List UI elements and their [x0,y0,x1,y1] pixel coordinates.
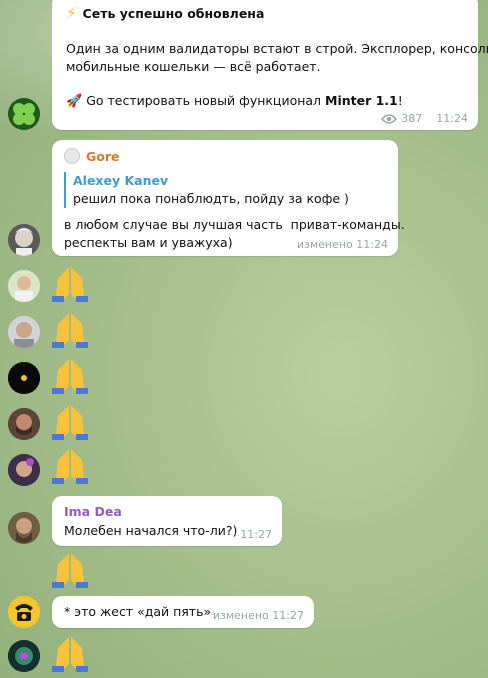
folded-hands-emoji-icon[interactable] [50,402,90,442]
eye-icon [381,113,398,124]
message-high-five-note[interactable]: * это жест «дай пять» изменено 11:27 [52,596,314,628]
message-text: Молебен начался что-ли?) [64,523,238,538]
post-title: Сеть успешно обновлена [82,5,265,21]
reply-author: Alexey Kanev [73,173,169,188]
avatar-user-6[interactable] [8,454,40,486]
lightning-emoji-icon: ⚡ [66,4,77,22]
author-name[interactable]: Ima Dea [64,504,122,519]
post-body-line-1: Один за одним валидаторы встают в строй.… [66,41,488,56]
folded-hands-emoji-icon[interactable] [50,634,90,674]
author-name[interactable]: Gore [86,149,120,164]
reply-quote[interactable]: Alexey Kanev решил пока понаблюдть, пойд… [64,172,373,208]
folded-hands-emoji-icon[interactable] [50,550,90,590]
message-gore[interactable]: Gore Alexey Kanev решил пока понаблюдть,… [52,140,405,256]
edited-time: изменено 11:24 [296,238,388,251]
avatar-telephone-icon[interactable] [8,596,40,628]
author-row: Gore [64,148,120,164]
message-text: * это жест «дай пять» [64,604,212,619]
edited-time: изменено 11:27 [212,609,304,622]
avatar-gore[interactable] [8,224,40,256]
folded-hands-emoji-icon[interactable] [50,310,90,350]
post-time: 11:24 [436,112,468,125]
channel-post-bubble[interactable]: ⚡ Сеть успешно обновлена Один за одним в… [52,0,488,130]
cta-bold-link[interactable]: Minter 1.1 [325,93,398,108]
post-body-line-2: мобильные кошельки — всё работает. [66,59,321,74]
message-text-line-1: в любом случае вы лучшая часть приват-ко… [64,217,405,232]
white-circle-emoji-icon [64,148,80,164]
rocket-emoji-icon: 🚀 [66,94,83,109]
view-count: 387 [401,112,423,125]
message-text-line-2: респекты вам и уважуха) [64,235,233,250]
avatar-user-last[interactable] [8,640,40,672]
message-time: 11:27 [240,528,272,541]
message-ima-dea[interactable]: Ima Dea Молебен начался что-ли?) 11:27 [52,496,282,546]
avatar-user-5[interactable] [8,408,40,440]
avatar-user-3[interactable] [8,316,40,348]
post-title-row: ⚡ Сеть успешно обновлена [66,4,264,22]
clover-avatar-icon[interactable] [8,98,40,130]
avatar-user-2[interactable] [8,270,40,302]
reply-text: решил пока понаблюдть, пойду за кофе ) [73,191,349,206]
post-meta: 387 11:24 [381,112,468,125]
post-cta: 🚀 Go тестировать новый функционал Minter … [66,93,403,109]
folded-hands-emoji-icon[interactable] [50,264,90,304]
folded-hands-emoji-icon[interactable] [50,446,90,486]
avatar-user-4[interactable] [8,362,40,394]
folded-hands-emoji-icon[interactable] [50,356,90,396]
avatar-ima-dea[interactable] [8,512,40,544]
